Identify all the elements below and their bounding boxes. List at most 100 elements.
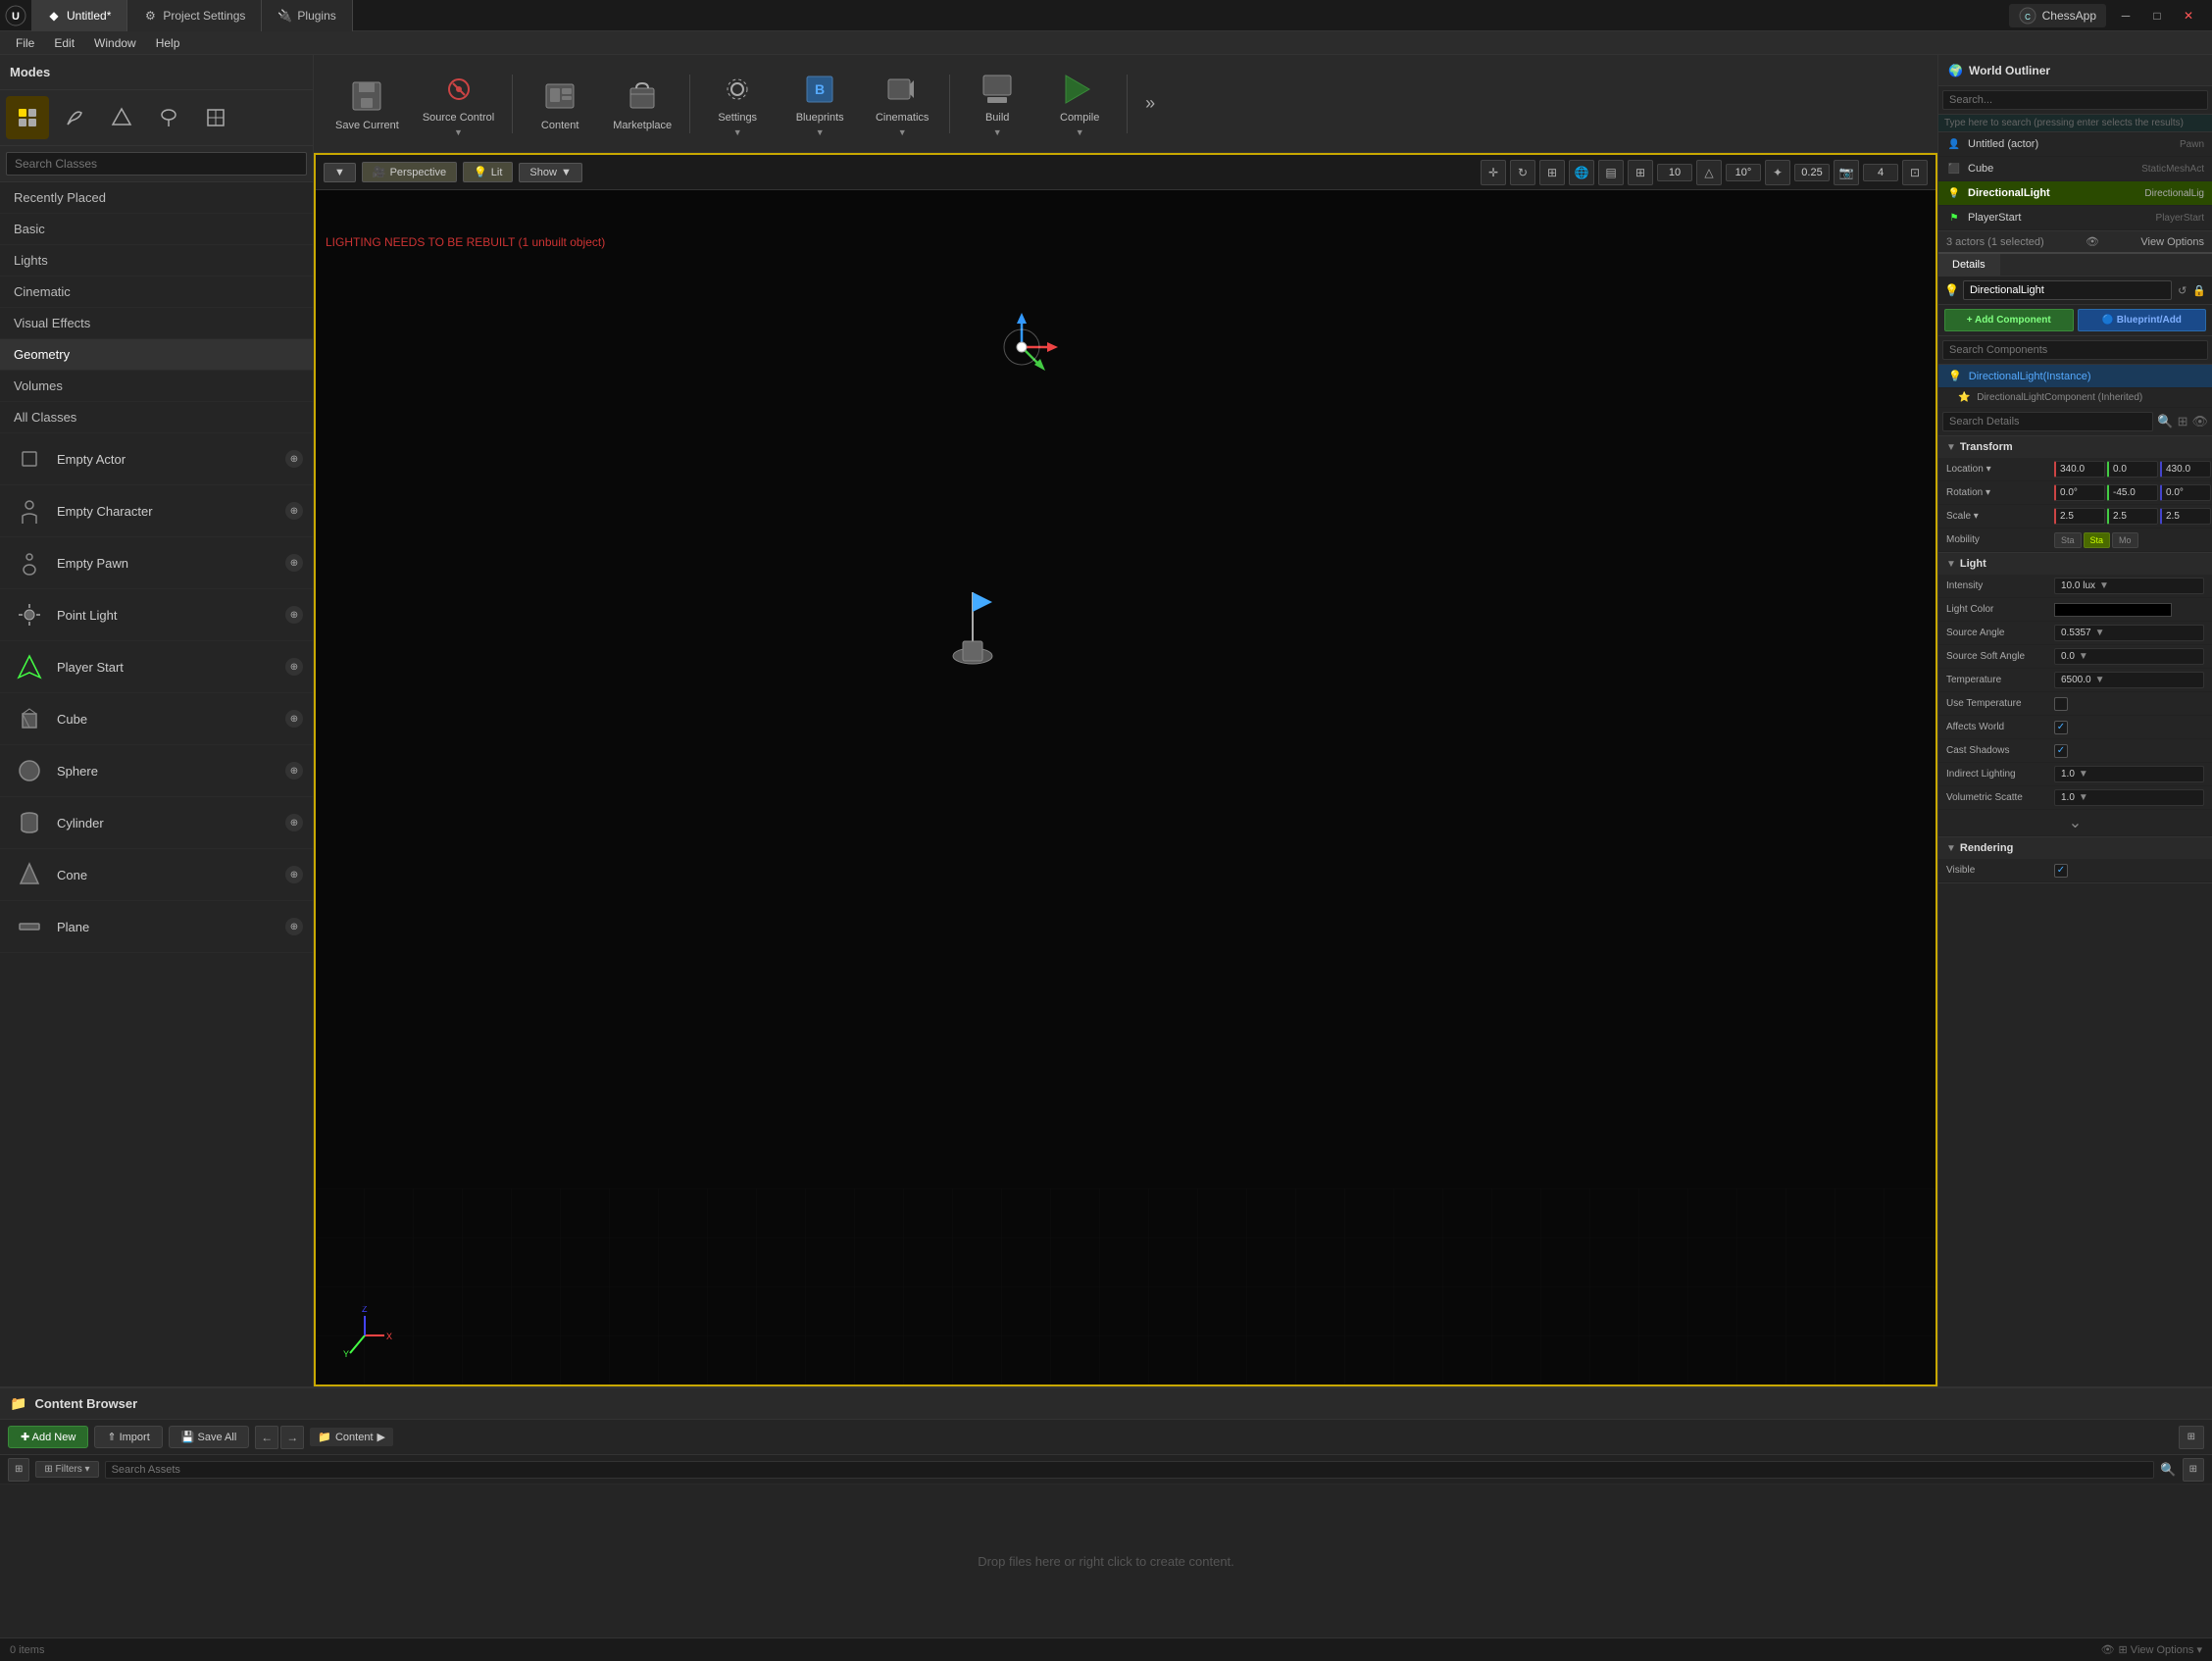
expand-more-icon[interactable]: ⌄ xyxy=(2069,813,2082,832)
add-component-button[interactable]: + Add Component xyxy=(1944,309,2074,331)
light-section-header[interactable]: ▼ Light xyxy=(1938,553,2212,575)
view-options-label[interactable]: View Options xyxy=(2140,236,2204,248)
place-item-sphere[interactable]: Sphere ⊕ xyxy=(0,745,313,797)
search-classes-input[interactable] xyxy=(6,152,307,176)
filter-toggle-btn[interactable]: ⊞ xyxy=(8,1458,29,1482)
tab-untitled[interactable]: ◆ Untitled* xyxy=(31,0,127,31)
use-temperature-checkbox[interactable] xyxy=(2054,697,2068,711)
scale-icon[interactable]: ⊞ xyxy=(1539,160,1565,185)
place-item-point-light[interactable]: Point Light ⊕ xyxy=(0,589,313,641)
viewport-dropdown-btn[interactable]: ▼ xyxy=(324,163,356,182)
category-volumes[interactable]: Volumes xyxy=(0,371,313,402)
menu-help[interactable]: Help xyxy=(148,34,188,52)
marketplace-button[interactable]: Marketplace xyxy=(603,65,681,143)
search-assets-input[interactable] xyxy=(105,1461,2155,1479)
world-space-icon[interactable]: 🌐 xyxy=(1569,160,1594,185)
place-item-plane[interactable]: Plane ⊕ xyxy=(0,901,313,953)
tab-project-settings[interactable]: ⚙ Project Settings xyxy=(127,0,262,31)
place-item-empty-actor[interactable]: Empty Actor ⊕ xyxy=(0,433,313,485)
add-new-button[interactable]: ✚ Add New xyxy=(8,1426,88,1448)
details-reset-btn[interactable]: ↺ xyxy=(2178,284,2187,297)
outliner-item-playerstart[interactable]: ⚑ PlayerStart PlayerStart xyxy=(1938,206,2212,230)
light-color-swatch[interactable] xyxy=(2054,603,2172,617)
world-outliner-search-input[interactable] xyxy=(1942,90,2208,110)
intensity-input[interactable]: 10.0 lux ▼ xyxy=(2054,578,2204,594)
menu-window[interactable]: Window xyxy=(86,34,144,52)
mode-place[interactable] xyxy=(6,96,49,139)
viewport-perspective-btn[interactable]: 🎥 Perspective xyxy=(362,162,457,182)
scale-z-input[interactable] xyxy=(2160,508,2211,525)
outliner-item-cube[interactable]: ⬛ Cube StaticMeshAct xyxy=(1938,157,2212,181)
transform-section-header[interactable]: ▼ Transform xyxy=(1938,436,2212,458)
category-geometry[interactable]: Geometry xyxy=(0,339,313,371)
build-button[interactable]: Build ▼ xyxy=(958,65,1036,143)
close-button[interactable]: ✕ xyxy=(2177,4,2200,27)
details-eye-icon[interactable]: 👁 xyxy=(2191,414,2208,429)
mobility-stationary-btn[interactable]: Sta xyxy=(2084,532,2111,548)
blueprint-button[interactable]: 🔵 Blueprint/Add xyxy=(2078,309,2207,331)
forward-button[interactable]: → xyxy=(280,1426,304,1449)
search-details-input[interactable] xyxy=(1942,412,2153,431)
outliner-item-untitled[interactable]: 👤 Untitled (actor) Pawn xyxy=(1938,132,2212,157)
maximize-viewport-icon[interactable]: ⊡ xyxy=(1902,160,1928,185)
viewport-lit-btn[interactable]: 💡 Lit xyxy=(463,162,513,182)
details-actor-name-input[interactable] xyxy=(1963,280,2172,300)
blueprints-button[interactable]: B Blueprints ▼ xyxy=(780,65,859,143)
outliner-item-directionallight[interactable]: 💡 DirectionalLight DirectionalLig xyxy=(1938,181,2212,206)
place-item-empty-character[interactable]: Empty Character ⊕ xyxy=(0,485,313,537)
save-all-button[interactable]: 💾 Save All xyxy=(169,1426,250,1448)
visible-checkbox[interactable]: ✓ xyxy=(2054,864,2068,878)
mobility-static-btn[interactable]: Sta xyxy=(2054,532,2082,548)
details-tab-details[interactable]: Details xyxy=(1938,254,2000,276)
place-item-cube[interactable]: Cube ⊕ xyxy=(0,693,313,745)
temperature-input[interactable]: 6500.0 ▼ xyxy=(2054,672,2204,688)
source-soft-angle-input[interactable]: 0.0 ▼ xyxy=(2054,648,2204,665)
mobility-movable-btn[interactable]: Mo xyxy=(2112,532,2138,548)
location-y-input[interactable] xyxy=(2107,461,2158,478)
rotation-y-input[interactable] xyxy=(2107,484,2158,501)
mode-paint[interactable] xyxy=(53,96,96,139)
surface-snapping-icon[interactable]: ▤ xyxy=(1598,160,1624,185)
mode-landscape[interactable] xyxy=(100,96,143,139)
viewport-show-btn[interactable]: Show ▼ xyxy=(519,163,581,182)
rotate-icon[interactable]: ↻ xyxy=(1510,160,1535,185)
compile-button[interactable]: Compile ▼ xyxy=(1040,65,1119,143)
search-components-input[interactable] xyxy=(1942,340,2208,360)
cb-options-button[interactable]: ⊞ xyxy=(2179,1426,2204,1449)
grid-snapping-icon[interactable]: ⊞ xyxy=(1628,160,1653,185)
maximize-button[interactable]: □ xyxy=(2145,4,2169,27)
category-recently-placed[interactable]: Recently Placed xyxy=(0,182,313,214)
import-button[interactable]: ⇑ Import xyxy=(94,1426,162,1448)
mode-foliage[interactable] xyxy=(147,96,190,139)
cast-shadows-checkbox[interactable]: ✓ xyxy=(2054,744,2068,758)
tab-plugins[interactable]: 🔌 Plugins xyxy=(262,0,352,31)
back-button[interactable]: ← xyxy=(255,1426,278,1449)
rotation-x-input[interactable] xyxy=(2054,484,2105,501)
category-cinematic[interactable]: Cinematic xyxy=(0,277,313,308)
scale-x-input[interactable] xyxy=(2054,508,2105,525)
more-button[interactable]: » xyxy=(1135,65,1165,143)
place-item-cone[interactable]: Cone ⊕ xyxy=(0,849,313,901)
view-options-status[interactable]: ⊞ View Options ▾ xyxy=(2119,1643,2202,1656)
category-all-classes[interactable]: All Classes xyxy=(0,402,313,433)
component-directionallight-instance[interactable]: 💡 DirectionalLight(Instance) xyxy=(1938,365,2212,388)
rendering-section-header[interactable]: ▼ Rendering xyxy=(1938,837,2212,859)
location-z-input[interactable] xyxy=(2160,461,2211,478)
indirect-lighting-input[interactable]: 1.0 ▼ xyxy=(2054,766,2204,782)
cinematics-button[interactable]: Cinematics ▼ xyxy=(863,65,941,143)
place-item-player-start[interactable]: Player Start ⊕ xyxy=(0,641,313,693)
category-lights[interactable]: Lights xyxy=(0,245,313,277)
source-angle-input[interactable]: 0.5357 ▼ xyxy=(2054,625,2204,641)
mode-geometry[interactable] xyxy=(194,96,237,139)
settings-button[interactable]: Settings ▼ xyxy=(698,65,777,143)
translate-icon[interactable]: ✛ xyxy=(1481,160,1506,185)
volumetric-scatter-input[interactable]: 1.0 ▼ xyxy=(2054,789,2204,806)
viewport-canvas[interactable]: LIGHTING NEEDS TO BE REBUILT (1 unbuilt … xyxy=(316,190,1936,1384)
scale-y-input[interactable] xyxy=(2107,508,2158,525)
camera-speed-icon[interactable]: 📷 xyxy=(1834,160,1859,185)
component-directionallight-inherited[interactable]: ⭐ DirectionalLightComponent (Inherited) xyxy=(1938,388,2212,408)
affects-world-checkbox[interactable]: ✓ xyxy=(2054,721,2068,734)
location-x-input[interactable] xyxy=(2054,461,2105,478)
content-button[interactable]: Content xyxy=(521,65,599,143)
snap-icon[interactable]: ✦ xyxy=(1765,160,1790,185)
